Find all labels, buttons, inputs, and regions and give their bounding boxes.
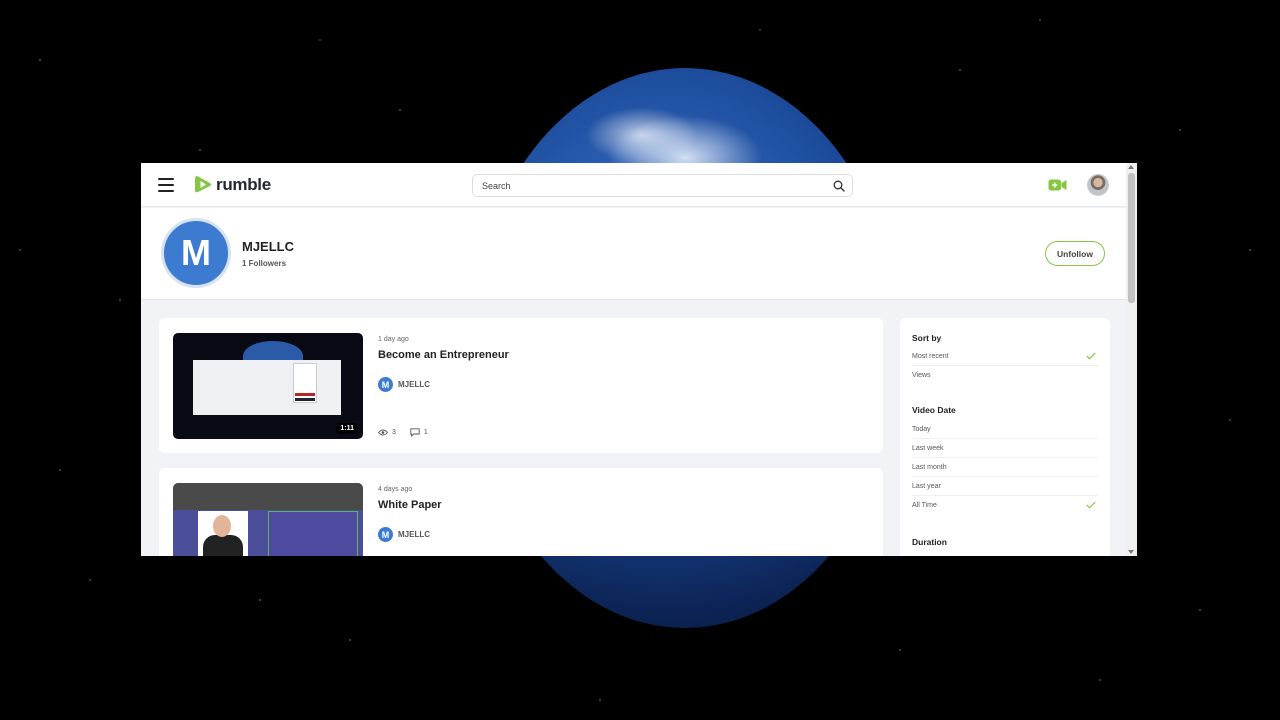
followers-count: 1 Followers: [242, 259, 287, 268]
sort-option-views[interactable]: Views: [912, 366, 1098, 385]
channel-avatar: M: [161, 218, 231, 288]
video-thumbnail[interactable]: 1:11: [173, 333, 363, 439]
video-duration: 1:11: [336, 423, 358, 434]
video-card: 1:11 1 day ago Become an Entrepreneur M …: [159, 318, 883, 453]
date-option-last-week[interactable]: Last week: [912, 439, 1098, 458]
video-channel-name: MJELLC: [398, 530, 430, 539]
eye-icon: [378, 429, 388, 436]
video-title[interactable]: White Paper: [378, 499, 442, 511]
video-card: 4 days ago White Paper M MJELLC: [159, 468, 883, 556]
scroll-down-arrow-icon[interactable]: [1128, 550, 1134, 554]
video-title[interactable]: Become an Entrepreneur: [378, 349, 509, 361]
sort-option-label: Views: [912, 372, 931, 379]
rumble-logo[interactable]: rumble: [194, 174, 271, 195]
sort-option-label: Most recent: [912, 353, 949, 360]
page-scrollbar[interactable]: [1126, 163, 1137, 556]
date-option-label: Last year: [912, 483, 941, 490]
search-icon[interactable]: [833, 180, 845, 192]
date-option-last-month[interactable]: Last month: [912, 458, 1098, 477]
filter-sidebar: Sort by Most recent Views Video Date Tod…: [900, 318, 1110, 556]
comment-count: 1: [423, 429, 428, 436]
video-date-title: Video Date: [912, 405, 956, 415]
search-box: [472, 174, 853, 197]
video-channel-avatar: M: [378, 527, 393, 542]
hamburger-menu-icon[interactable]: [158, 178, 174, 192]
comment-icon: [410, 428, 420, 437]
browser-window: rumble M MJELLC 1 Followers Unfollow: [141, 163, 1137, 556]
sort-by-title: Sort by: [912, 333, 942, 343]
video-thumbnail[interactable]: [173, 483, 363, 556]
video-channel-link[interactable]: M MJELLC: [378, 377, 430, 392]
sort-option-most-recent[interactable]: Most recent: [912, 347, 1098, 366]
search-input[interactable]: [473, 175, 813, 196]
video-channel-link[interactable]: M MJELLC: [378, 527, 430, 542]
rumble-play-icon: [195, 176, 211, 193]
scroll-up-arrow-icon[interactable]: [1128, 165, 1134, 169]
user-avatar[interactable]: [1087, 174, 1109, 196]
date-option-all-time[interactable]: All Time: [912, 496, 1098, 515]
top-navbar: rumble: [141, 163, 1126, 207]
date-option-today[interactable]: Today: [912, 420, 1098, 439]
video-upload-time: 1 day ago: [378, 336, 409, 343]
date-option-label: Last week: [912, 445, 944, 452]
check-icon: [1086, 501, 1096, 509]
channel-name: MJELLC: [242, 239, 294, 254]
upload-video-icon[interactable]: [1048, 178, 1067, 192]
video-channel-avatar: M: [378, 377, 393, 392]
date-option-label: Last month: [912, 464, 947, 471]
view-count: 3: [392, 429, 396, 436]
video-upload-time: 4 days ago: [378, 486, 413, 493]
unfollow-button[interactable]: Unfollow: [1045, 241, 1105, 266]
date-option-last-year[interactable]: Last year: [912, 477, 1098, 496]
scroll-thumb[interactable]: [1128, 173, 1135, 303]
video-stats: 3 1: [378, 428, 442, 437]
logo-text: rumble: [216, 174, 271, 194]
date-option-label: All Time: [912, 502, 937, 509]
check-icon: [1086, 352, 1096, 360]
channel-header: M MJELLC 1 Followers Unfollow: [141, 208, 1126, 300]
video-channel-name: MJELLC: [398, 380, 430, 389]
duration-title: Duration: [912, 537, 947, 547]
date-option-label: Today: [912, 426, 931, 433]
